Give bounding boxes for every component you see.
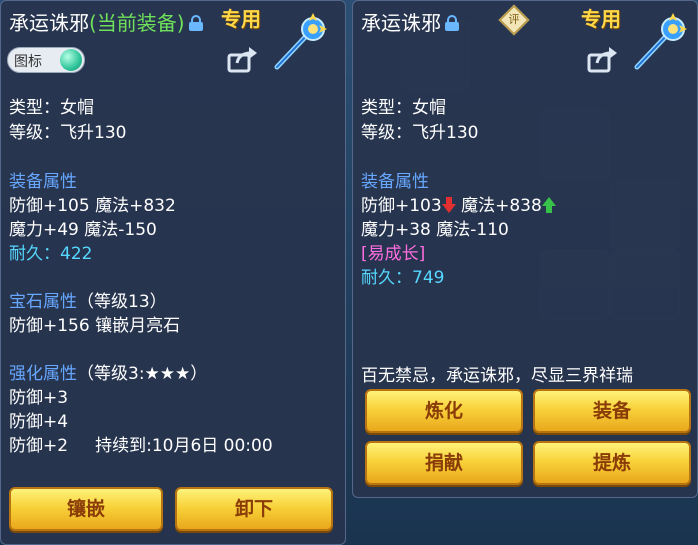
- icon-toggle[interactable]: 图标: [7, 47, 85, 73]
- donate-button[interactable]: 捐献: [365, 441, 523, 485]
- enhance-duration: 持续到:10月6日 00:00: [95, 436, 273, 456]
- enhance-line-3-value: 防御+2: [9, 436, 69, 456]
- current-equipment-panel: 承运诛邪(当前装备) 专用 图标 类型：女帽 等级：飞升130 装备属性 防御+…: [0, 0, 346, 545]
- equip-attr-title: 装备属性: [361, 172, 429, 192]
- current-equipment-tag: (当前装备): [89, 11, 185, 35]
- toggle-knob-icon: [60, 49, 82, 71]
- enhance-line-3: 防御+2 持续到:10月6日 00:00: [9, 431, 273, 456]
- magic-value: 魔法+838: [455, 196, 542, 216]
- arrow-up-icon: [541, 197, 556, 213]
- gem-attr-header: 宝石属性（等级13）: [9, 287, 167, 312]
- enhance-line-1: 防御+3: [9, 388, 69, 408]
- icon-toggle-label: 图标: [14, 54, 42, 70]
- item-name: 承运诛邪: [361, 11, 441, 35]
- attr-line-2: 魔力+49 魔法-150: [9, 220, 157, 240]
- item-title: 承运诛邪(当前装备): [9, 7, 203, 36]
- item-title: 承运诛邪: [361, 7, 459, 36]
- rate-badge-icon[interactable]: 评: [498, 4, 530, 36]
- attr-line-1: 防御+103 魔法+838: [361, 191, 556, 216]
- growth-tag: [易成长]: [361, 244, 426, 264]
- enhance-line-2: 防御+4: [9, 412, 69, 432]
- share-icon[interactable]: [227, 47, 257, 73]
- enhance-attr-header: 强化属性（等级3:★★★）: [9, 359, 207, 384]
- unequip-button[interactable]: 卸下: [175, 487, 333, 531]
- equip-attr-title: 装备属性: [9, 172, 77, 192]
- enhance-level: （等级3:★★★）: [77, 364, 208, 384]
- gem-attr-line: 防御+156 镶嵌月亮石: [9, 316, 181, 336]
- item-name: 承运诛邪: [9, 11, 89, 35]
- equip-button[interactable]: 装备: [533, 389, 691, 433]
- enhance-attr-title: 强化属性: [9, 364, 77, 384]
- weapon-staff-icon: [634, 13, 687, 70]
- lock-icon: [445, 15, 459, 31]
- arrow-down-icon: [441, 197, 456, 213]
- type-line: 类型：女帽: [361, 98, 446, 118]
- gem-level: （等级13）: [77, 292, 167, 312]
- purify-button[interactable]: 提炼: [533, 441, 691, 485]
- lock-icon: [188, 15, 203, 31]
- durability: 耐久：749: [361, 268, 445, 288]
- defense-value: 防御+103: [361, 196, 442, 216]
- attr-line-1: 防御+105 魔法+832: [9, 196, 176, 216]
- item-description: 百无禁忌，承运诛邪，尽显三界祥瑞: [361, 366, 633, 386]
- type-line: 类型：女帽: [9, 98, 94, 118]
- durability: 耐久：422: [9, 244, 93, 264]
- level-line: 等级：飞升130: [361, 123, 479, 143]
- inlay-button[interactable]: 镶嵌: [9, 487, 163, 531]
- level-line: 等级：飞升130: [9, 123, 127, 143]
- weapon-staff-icon: [274, 13, 327, 70]
- share-icon[interactable]: [587, 47, 617, 73]
- bag-item-panel: 承运诛邪 评 专用 类型：女帽 等级：飞升130 装备属性 防御+103 魔法+…: [352, 0, 698, 498]
- rate-badge-label: 评: [508, 13, 520, 26]
- special-badge: 专用: [221, 7, 261, 31]
- special-badge: 专用: [581, 7, 621, 31]
- attr-line-2: 魔力+38 魔法-110: [361, 220, 509, 240]
- gem-attr-title: 宝石属性: [9, 292, 77, 312]
- refine-button[interactable]: 炼化: [365, 389, 523, 433]
